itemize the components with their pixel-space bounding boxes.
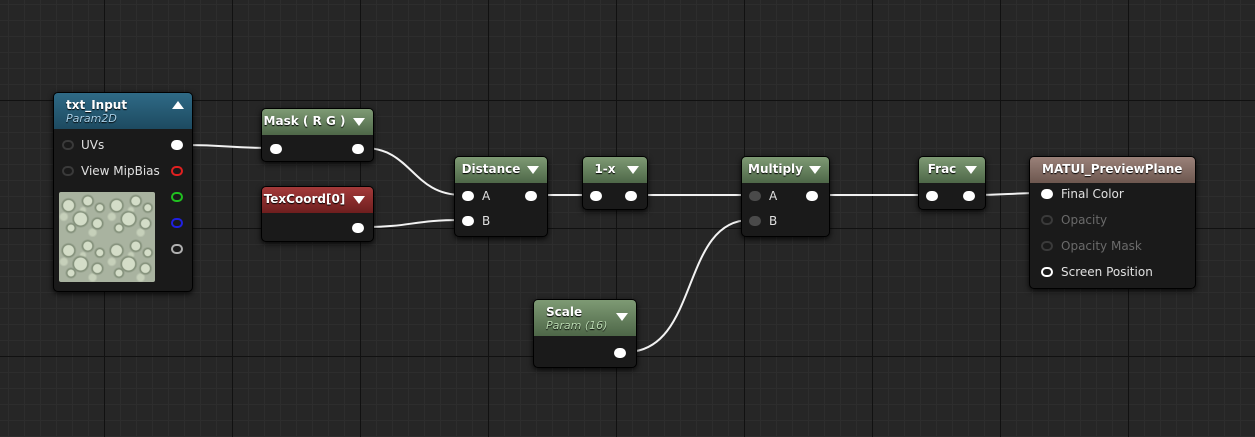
pin-rgb-output[interactable] xyxy=(171,140,183,150)
node-subtitle: Param (16) xyxy=(546,319,608,332)
pin-a-output[interactable] xyxy=(171,244,183,254)
pin-mipbias-input[interactable] xyxy=(62,166,74,176)
node-header[interactable]: Scale Param (16) xyxy=(534,300,636,336)
node-scale[interactable]: Scale Param (16) xyxy=(533,299,637,368)
pin-label-b: B xyxy=(769,214,778,228)
pin-output[interactable] xyxy=(625,191,637,201)
node-title: 1-x xyxy=(594,162,616,176)
node-header[interactable]: txt_Input Param2D xyxy=(54,93,192,129)
chevron-down-icon[interactable] xyxy=(809,166,821,174)
pin-opacity-mask-input[interactable] xyxy=(1041,241,1053,251)
pin-a-input[interactable] xyxy=(749,191,761,201)
node-txt-input[interactable]: txt_Input Param2D UVs View MipBias xyxy=(53,92,193,292)
pin-output[interactable] xyxy=(352,144,364,154)
node-header[interactable]: 1-x xyxy=(583,157,647,183)
pin-b-input[interactable] xyxy=(749,216,761,226)
node-texcoord[interactable]: TexCoord[0] xyxy=(261,186,374,242)
pin-output[interactable] xyxy=(806,191,818,201)
pin-r-output[interactable] xyxy=(171,166,183,176)
node-frac[interactable]: Frac xyxy=(918,156,986,210)
pin-label-opacity-mask: Opacity Mask xyxy=(1061,239,1142,253)
node-header[interactable]: Distance xyxy=(455,157,547,183)
chevron-down-icon[interactable] xyxy=(353,196,365,204)
pin-input[interactable] xyxy=(270,144,282,154)
pin-b-output[interactable] xyxy=(171,218,183,228)
node-title: MATUI_PreviewPlane xyxy=(1042,162,1183,176)
node-header[interactable]: TexCoord[0] xyxy=(262,187,373,213)
node-title: txt_Input xyxy=(66,98,128,112)
pin-input[interactable] xyxy=(590,191,602,201)
node-distance[interactable]: Distance A B xyxy=(454,156,548,237)
node-subtitle: Param2D xyxy=(66,112,117,125)
pin-a-input[interactable] xyxy=(462,191,474,201)
chevron-down-icon[interactable] xyxy=(627,166,639,174)
pin-label-screen-position: Screen Position xyxy=(1061,265,1153,279)
pin-output[interactable] xyxy=(525,191,537,201)
pin-uvs-input[interactable] xyxy=(62,140,74,150)
wire-uvs-to-mask xyxy=(185,144,271,149)
node-preview-plane[interactable]: MATUI_PreviewPlane Final Color Opacity O… xyxy=(1029,156,1196,289)
node-title: Mask ( R G ) xyxy=(263,114,346,128)
pin-label-a: A xyxy=(482,189,491,203)
node-multiply[interactable]: Multiply A B xyxy=(741,156,830,237)
pin-label-uvs: UVs xyxy=(81,138,105,152)
pin-output[interactable] xyxy=(963,191,975,201)
pin-output[interactable] xyxy=(614,348,626,358)
texture-preview-thumbnail xyxy=(59,192,155,282)
pin-opacity-input[interactable] xyxy=(1041,215,1053,225)
pin-label-final-color: Final Color xyxy=(1061,187,1124,201)
wire-texcoord-to-distance-b xyxy=(363,219,463,228)
chevron-up-icon[interactable] xyxy=(172,101,184,109)
node-title: Scale xyxy=(546,305,583,319)
pin-label-opacity: Opacity xyxy=(1061,213,1108,227)
pin-label-b: B xyxy=(482,214,491,228)
node-title: Distance xyxy=(461,162,521,176)
node-header[interactable]: Mask ( R G ) xyxy=(262,109,373,135)
pin-label-a: A xyxy=(769,189,778,203)
node-header[interactable]: MATUI_PreviewPlane xyxy=(1030,157,1195,183)
node-title: Frac xyxy=(927,162,957,176)
pin-screen-position-input[interactable] xyxy=(1041,267,1053,277)
node-title: TexCoord[0] xyxy=(263,192,346,206)
wire-scale-to-multiply-b xyxy=(625,219,751,353)
pin-label-view-mipbias: View MipBias xyxy=(81,164,160,178)
chevron-down-icon[interactable] xyxy=(616,313,628,321)
node-title: Multiply xyxy=(748,162,803,176)
pin-input[interactable] xyxy=(926,191,938,201)
chevron-down-icon[interactable] xyxy=(353,118,365,126)
pin-output[interactable] xyxy=(352,223,364,233)
pin-b-input[interactable] xyxy=(462,216,474,226)
chevron-down-icon[interactable] xyxy=(527,166,539,174)
wire-mask-to-distance-a xyxy=(363,147,463,196)
node-header[interactable]: Frac xyxy=(919,157,985,183)
node-header[interactable]: Multiply xyxy=(742,157,829,183)
pin-g-output[interactable] xyxy=(171,192,183,202)
pin-final-color-input[interactable] xyxy=(1041,189,1053,199)
chevron-down-icon[interactable] xyxy=(965,166,977,174)
node-mask[interactable]: Mask ( R G ) xyxy=(261,108,374,162)
node-one-minus[interactable]: 1-x xyxy=(582,156,648,210)
